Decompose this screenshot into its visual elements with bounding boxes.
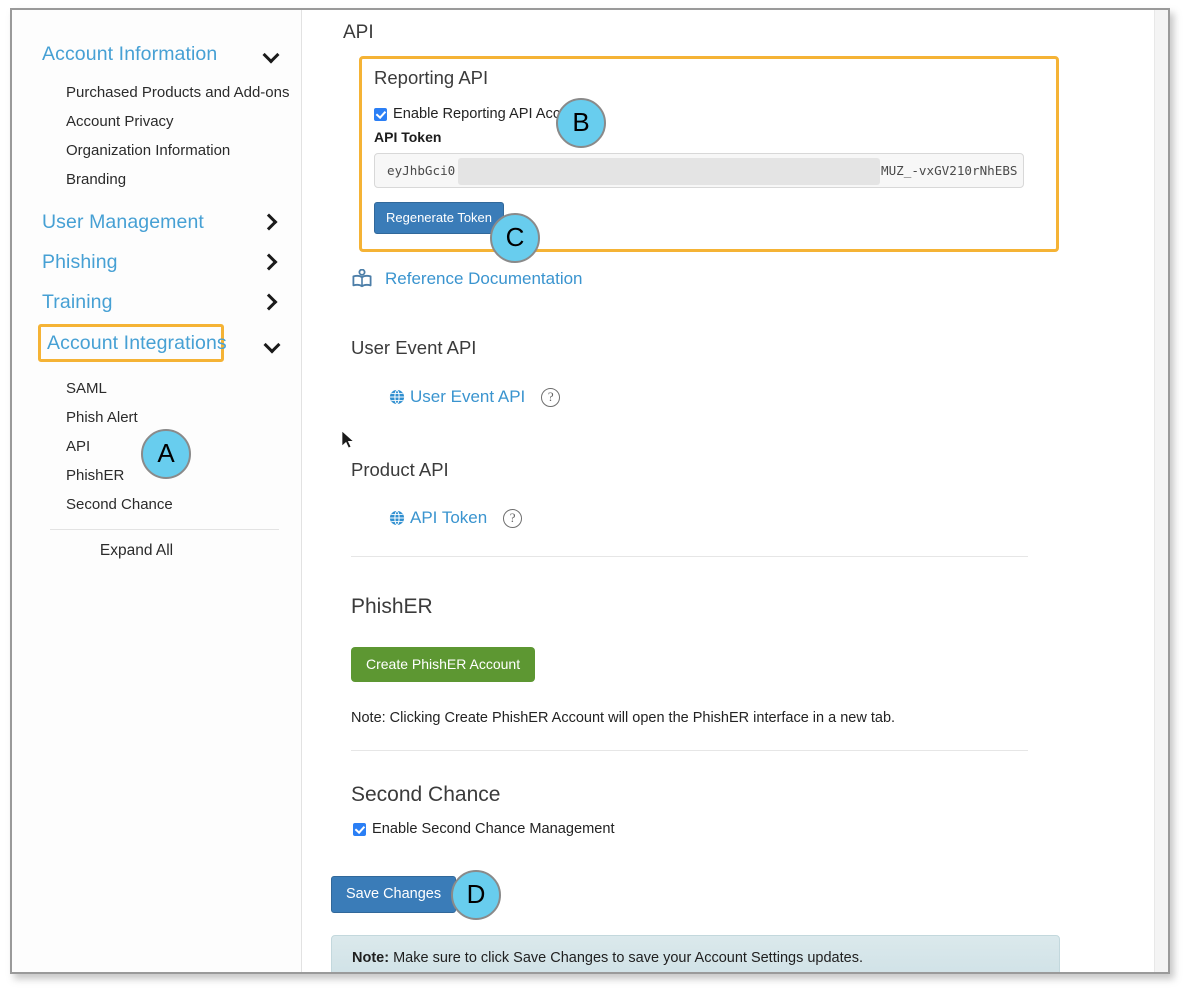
- callout-badge-c: C: [490, 213, 540, 263]
- sidebar-group-phishing[interactable]: Phishing: [12, 242, 301, 282]
- chevron-right-icon: [263, 294, 279, 310]
- product-api-heading: Product API: [351, 459, 449, 480]
- reporting-api-section: Reporting API Enable Reporting API Acces…: [359, 56, 1059, 252]
- chevron-right-icon: [263, 254, 279, 270]
- api-token-redaction-bar: [458, 158, 880, 185]
- sidebar-item-organization-information[interactable]: Organization Information: [12, 136, 301, 165]
- callout-badge-b: B: [556, 98, 606, 148]
- phisher-note-text: Note: Clicking Create PhishER Account wi…: [351, 710, 896, 726]
- content-divider: [351, 750, 1028, 751]
- bottom-note-text: Note: Make sure to click Save Changes to…: [352, 950, 863, 966]
- sidebar-item-branding[interactable]: Branding: [12, 165, 301, 194]
- bottom-note-banner: Note: Make sure to click Save Changes to…: [331, 935, 1060, 972]
- help-icon[interactable]: ?: [503, 508, 523, 528]
- sidebar-group-label: Account Information: [42, 42, 218, 65]
- api-token-label: API Token: [374, 129, 442, 145]
- sidebar-item-saml[interactable]: SAML: [12, 374, 301, 403]
- globe-icon: [389, 510, 405, 526]
- callout-badge-a: A: [141, 429, 191, 479]
- api-token-value-end: MUZ_-vxGV210rNhEBS: [881, 163, 1018, 178]
- expand-all-button[interactable]: Expand All: [12, 530, 301, 560]
- enable-reporting-api-access-checkbox[interactable]: [374, 107, 387, 121]
- sidebar-item-account-privacy[interactable]: Account Privacy: [12, 107, 301, 136]
- regenerate-token-button[interactable]: Regenerate Token: [374, 202, 505, 234]
- main-content: API Reporting API Enable Reporting API A…: [303, 10, 1168, 972]
- reference-documentation-link[interactable]: Reference Documentation: [385, 269, 583, 289]
- sidebar-subitems-account-information: Purchased Products and Add-ons Account P…: [12, 78, 301, 194]
- screenshot-frame: Account Information Purchased Products a…: [10, 8, 1170, 974]
- enable-reporting-api-access-row[interactable]: Enable Reporting API Access: [374, 106, 583, 122]
- reference-documentation-row[interactable]: Reference Documentation: [351, 269, 583, 289]
- page-title: API: [343, 22, 374, 43]
- sidebar-group-account-information[interactable]: Account Information: [12, 34, 301, 74]
- vertical-scrollbar[interactable]: [1154, 10, 1168, 972]
- book-icon: [352, 269, 372, 288]
- enable-reporting-api-access-label: Enable Reporting API Access: [393, 106, 583, 122]
- user-event-api-link[interactable]: User Event API: [410, 387, 525, 407]
- help-icon[interactable]: ?: [541, 387, 561, 407]
- product-api-link-row[interactable]: API Token ?: [389, 508, 523, 528]
- enable-second-chance-management-checkbox[interactable]: [353, 822, 366, 836]
- enable-second-chance-management-label: Enable Second Chance Management: [372, 821, 615, 837]
- second-chance-heading: Second Chance: [351, 783, 501, 806]
- chevron-right-icon: [263, 214, 279, 230]
- save-changes-button[interactable]: Save Changes: [331, 876, 457, 913]
- enable-second-chance-row[interactable]: Enable Second Chance Management: [353, 821, 615, 837]
- reporting-api-heading: Reporting API: [374, 67, 489, 88]
- user-event-api-link-row[interactable]: User Event API ?: [389, 387, 561, 407]
- api-token-input[interactable]: eyJhbGci0 MUZ_-vxGV210rNhEBS: [374, 153, 1024, 188]
- user-event-api-heading: User Event API: [351, 337, 477, 358]
- globe-icon: [389, 389, 405, 405]
- sidebar-item-second-chance[interactable]: Second Chance: [12, 490, 301, 519]
- sidebar-group-account-integrations[interactable]: Account Integrations: [38, 324, 227, 362]
- callout-badge-d: D: [451, 870, 501, 920]
- api-token-value-start: eyJhbGci0: [387, 163, 456, 178]
- sidebar-item-phish-alert[interactable]: Phish Alert: [12, 403, 301, 432]
- sidebar-navigation: Account Information Purchased Products a…: [12, 10, 302, 972]
- sidebar-item-purchased-products-and-add-ons[interactable]: Purchased Products and Add-ons: [12, 78, 301, 107]
- bottom-note-prefix: Note:: [352, 950, 390, 966]
- phisher-heading: PhishER: [351, 595, 433, 618]
- sidebar-group-label: User Management: [42, 210, 204, 233]
- content-divider: [351, 556, 1028, 557]
- mouse-cursor: [341, 430, 355, 449]
- chevron-down-icon: [263, 46, 279, 62]
- sidebar-group-label: Account Integrations: [47, 331, 227, 354]
- product-api-token-link[interactable]: API Token: [410, 508, 487, 528]
- sidebar-group-label: Phishing: [42, 250, 118, 273]
- sidebar-group-label: Training: [42, 290, 113, 313]
- chevron-down-icon: [264, 336, 280, 352]
- sidebar-group-training[interactable]: Training: [12, 282, 301, 322]
- create-phisher-account-button[interactable]: Create PhishER Account: [351, 647, 536, 682]
- bottom-note-body: Make sure to click Save Changes to save …: [389, 950, 863, 966]
- sidebar-group-user-management[interactable]: User Management: [12, 202, 301, 242]
